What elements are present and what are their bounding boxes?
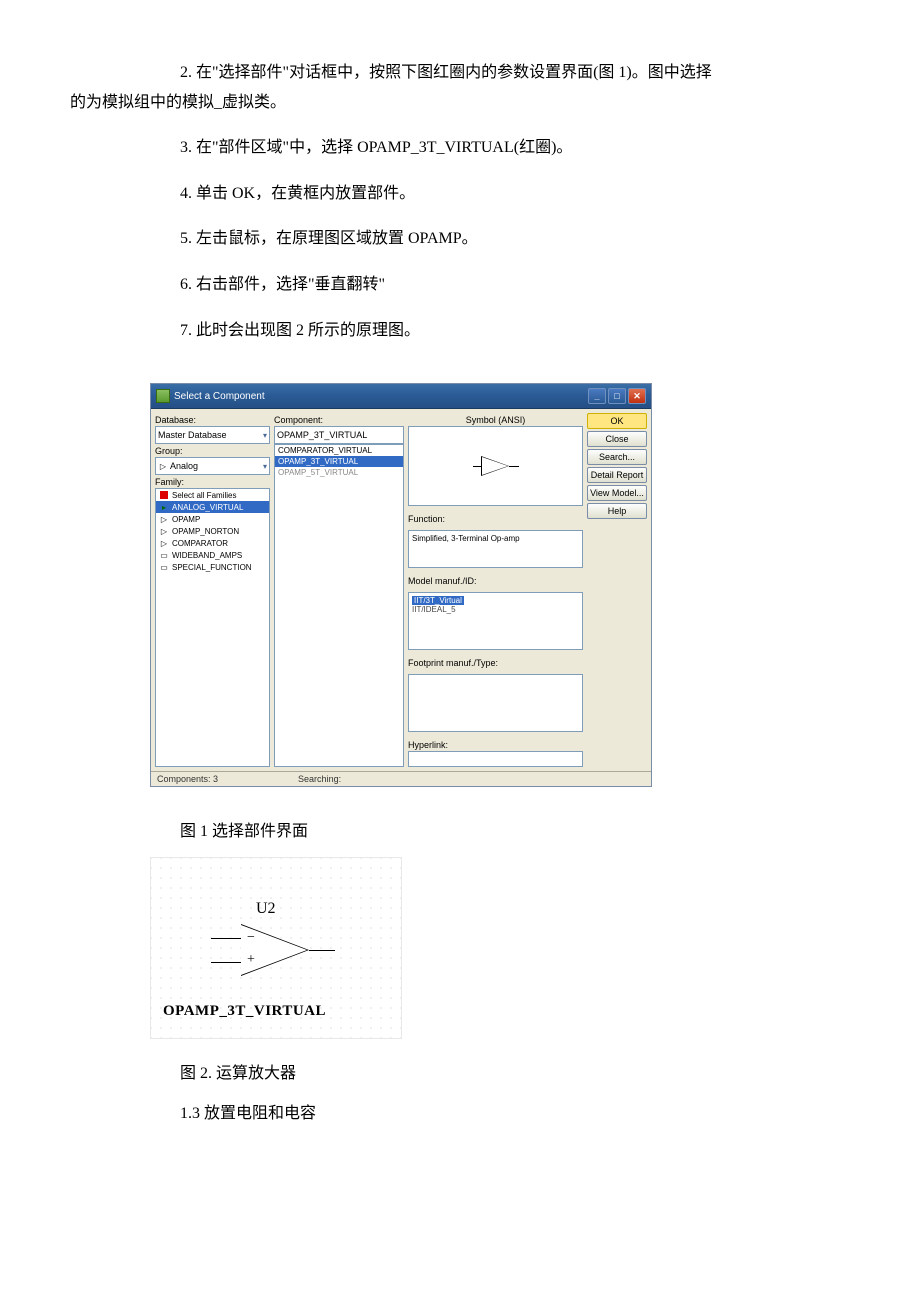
- special-fn-icon: ▭: [159, 562, 169, 572]
- family-label: Family:: [155, 477, 270, 487]
- model-label: Model manuf./ID:: [408, 576, 583, 586]
- component-item-opamp-3t-virtual[interactable]: OPAMP_3T_VIRTUAL: [275, 456, 403, 467]
- group-label: Group:: [155, 446, 270, 456]
- step-2-text-cont: 的为模拟组中的模拟_虚拟类。: [70, 90, 850, 116]
- figure-1-dialog: www.bdocx.com Select a Component _ □ ✕ D…: [150, 383, 650, 787]
- view-model-button[interactable]: View Model...: [587, 485, 647, 501]
- hyperlink-input[interactable]: [408, 751, 583, 767]
- plus-sign: +: [247, 952, 255, 968]
- opamp-part-name: OPAMP_3T_VIRTUAL: [163, 1003, 326, 1020]
- symbol-label: Symbol (ANSI): [408, 415, 583, 425]
- symbol-preview: [408, 426, 583, 506]
- close-button[interactable]: Close: [587, 431, 647, 447]
- status-component-count: Components: 3: [157, 774, 218, 784]
- ok-button[interactable]: OK: [587, 413, 647, 429]
- step-5-text: 5. 左击鼠标，在原理图区域放置 OPAMP。: [70, 226, 850, 252]
- opamp-norton-icon: ▷: [159, 526, 169, 536]
- database-combobox[interactable]: Master Database▾: [155, 426, 270, 444]
- function-box: Simplified, 3-Terminal Op-amp: [408, 530, 583, 568]
- minus-sign: −: [247, 930, 255, 946]
- step-3-text: 3. 在"部件区域"中，选择 OPAMP_3T_VIRTUAL(红圈)。: [70, 135, 850, 161]
- family-item-wideband[interactable]: ▭WIDEBAND_AMPS: [156, 549, 269, 561]
- figure-2-caption: 图 2. 运算放大器: [180, 1059, 850, 1083]
- figure-2-schematic: U2 − + OPAMP_3T_VIRTUAL: [150, 857, 402, 1039]
- family-item-opamp-norton[interactable]: ▷OPAMP_NORTON: [156, 525, 269, 537]
- family-item-all[interactable]: Select all Families: [156, 489, 269, 501]
- family-item-opamp[interactable]: ▷OPAMP: [156, 513, 269, 525]
- component-item-comparator-virtual[interactable]: COMPARATOR_VIRTUAL: [275, 445, 403, 456]
- app-icon: [156, 389, 170, 403]
- figure-1-caption: 图 1 选择部件界面: [180, 817, 850, 841]
- opamp-schematic-symbol: − +: [211, 916, 351, 986]
- dialog-titlebar: Select a Component _ □ ✕: [151, 384, 651, 409]
- folder-icon: ▸: [159, 502, 169, 512]
- step-2-text: 2. 在"选择部件"对话框中，按照下图红圈内的参数设置界面(图 1)。图中选择: [70, 60, 850, 86]
- close-window-button[interactable]: ✕: [628, 388, 646, 404]
- comparator-icon: ▷: [159, 538, 169, 548]
- opamp-symbol-icon: [481, 456, 509, 476]
- component-listbox[interactable]: COMPARATOR_VIRTUAL OPAMP_3T_VIRTUAL OPAM…: [274, 444, 404, 767]
- step-7-text: 7. 此时会出现图 2 所示的原理图。: [70, 318, 850, 344]
- hyperlink-label: Hyperlink:: [408, 740, 583, 750]
- footprint-label: Footprint manuf./Type:: [408, 658, 583, 668]
- maximize-button[interactable]: □: [608, 388, 626, 404]
- status-searching: Searching:: [298, 774, 341, 784]
- database-label: Database:: [155, 415, 270, 425]
- dialog-statusbar: Components: 3 Searching:: [151, 771, 651, 786]
- component-label: Component:: [274, 415, 404, 425]
- step-6-text: 6. 右击部件，选择"垂直翻转": [70, 272, 850, 298]
- opamp-icon: ▷: [159, 514, 169, 524]
- family-item-analog-virtual[interactable]: ▸ANALOG_VIRTUAL: [156, 501, 269, 513]
- chevron-down-icon: ▾: [263, 431, 267, 440]
- minimize-button[interactable]: _: [588, 388, 606, 404]
- detail-report-button[interactable]: Detail Report: [587, 467, 647, 483]
- wideband-icon: ▭: [159, 550, 169, 560]
- group-combobox[interactable]: ▷ Analog▾: [155, 457, 270, 475]
- step-4-text: 4. 单击 OK，在黄框内放置部件。: [70, 181, 850, 207]
- analog-icon: ▷: [158, 461, 168, 471]
- component-item-opamp-5t-virtual[interactable]: OPAMP_5T_VIRTUAL: [275, 467, 403, 478]
- family-listbox[interactable]: Select all Families ▸ANALOG_VIRTUAL ▷OPA…: [155, 488, 270, 767]
- select-component-dialog: Select a Component _ □ ✕ Database: Maste…: [150, 383, 652, 787]
- model-box: IIT/3T_Virtual IIT/IDEAL_5: [408, 592, 583, 650]
- all-families-icon: [160, 491, 168, 499]
- family-item-special[interactable]: ▭SPECIAL_FUNCTION: [156, 561, 269, 573]
- function-label: Function:: [408, 514, 583, 524]
- help-button[interactable]: Help: [587, 503, 647, 519]
- section-1-3-heading: 1.3 放置电阻和电容: [180, 1099, 850, 1123]
- family-item-comparator[interactable]: ▷COMPARATOR: [156, 537, 269, 549]
- component-input[interactable]: OPAMP_3T_VIRTUAL: [274, 426, 404, 444]
- search-button[interactable]: Search...: [587, 449, 647, 465]
- footprint-box: [408, 674, 583, 732]
- chevron-down-icon: ▾: [263, 462, 267, 471]
- dialog-title: Select a Component: [174, 391, 265, 402]
